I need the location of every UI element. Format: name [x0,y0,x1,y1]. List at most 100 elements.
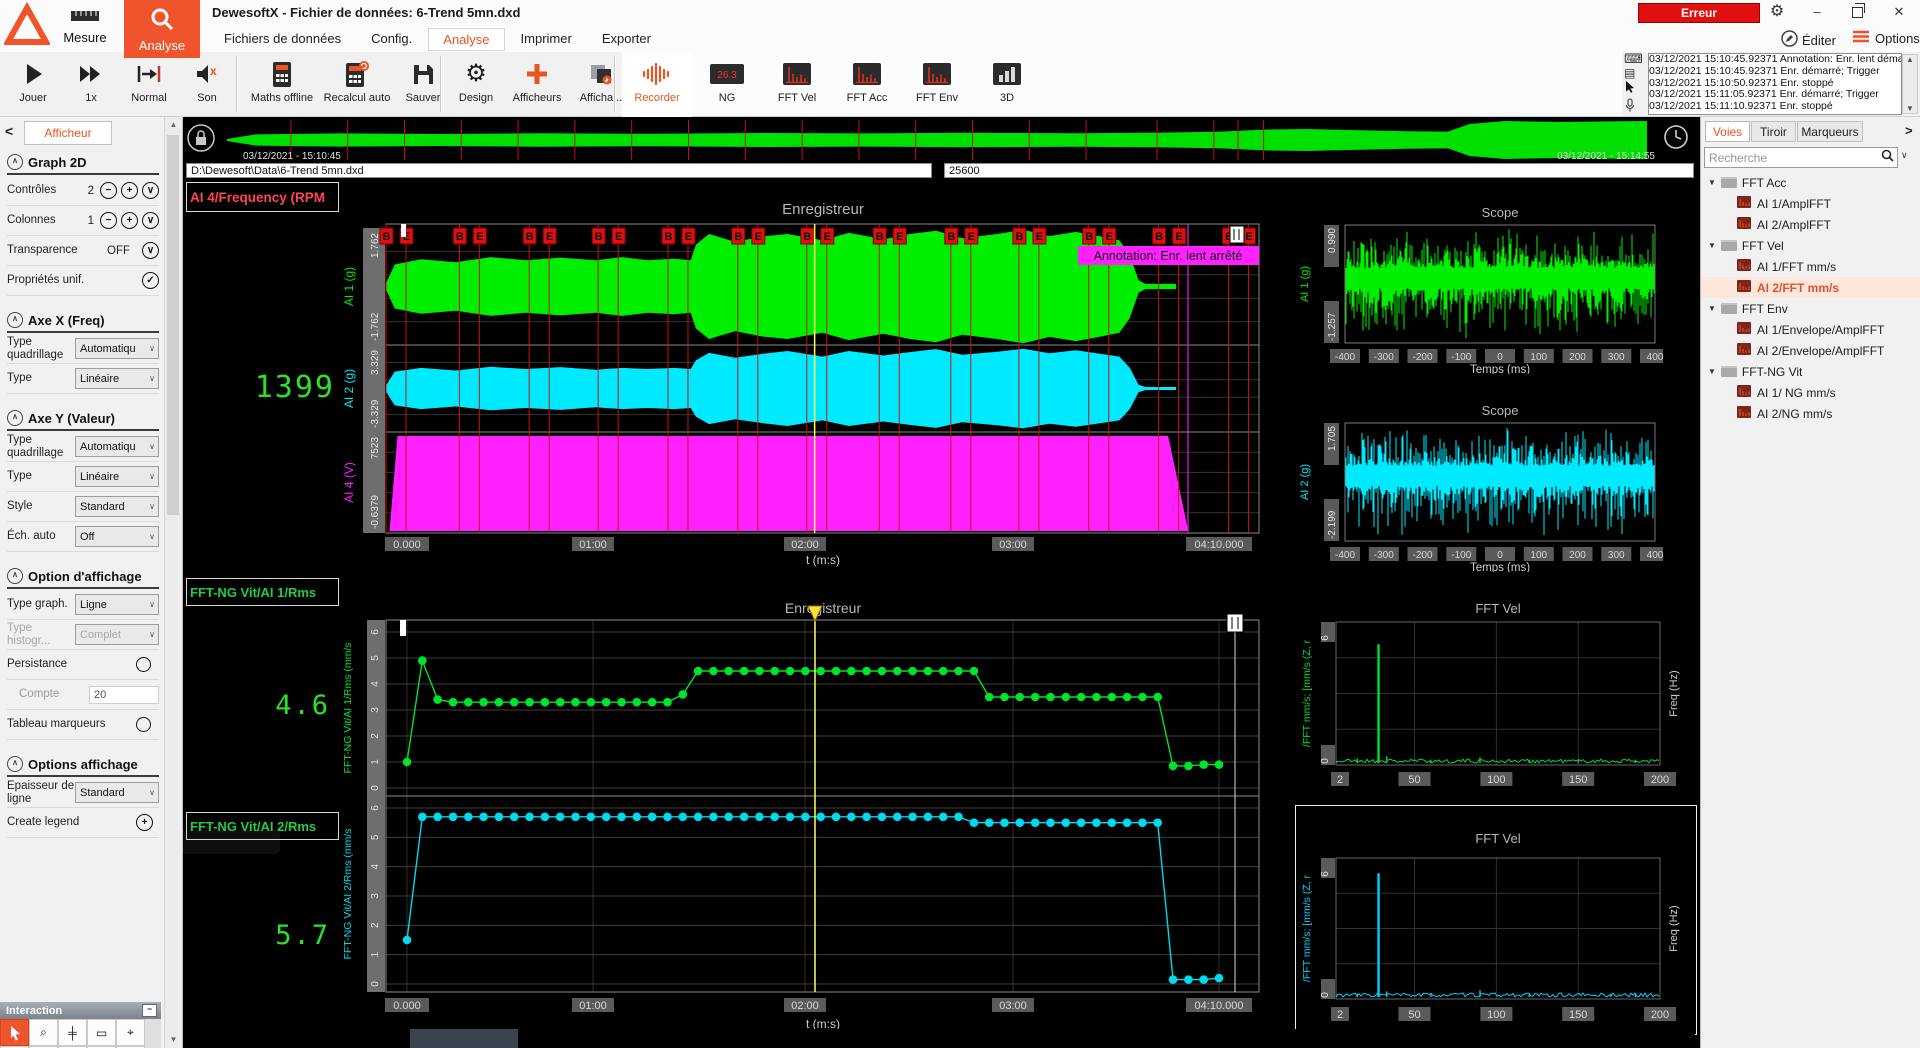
expand-chevron-button[interactable]: ∨ [142,242,159,259]
edit-button[interactable]: Éditer [1781,30,1836,50]
tool-cursor-icon[interactable] [0,1019,29,1046]
collapse-section-icon[interactable]: ∧ [7,756,23,772]
channel-search-input[interactable]: Recherche [1704,147,1898,168]
increment-button[interactable]: + [121,212,138,229]
fft-vel-chart-ai2-selected[interactable]: FFT Vel/FFT mm/s; [mm/s (Z, r60250100150… [1296,806,1696,1034]
clock-icon[interactable] [1663,124,1689,155]
toolbar-button-fft-acc[interactable]: FFT Acc [832,53,902,121]
dropdown-type-quadrillage[interactable]: Automatiqu∨ [75,338,159,359]
event-log-list[interactable]: 03/12/2021 15:10:45.92371 Annotation: En… [1648,53,1902,115]
more-tabs-arrow[interactable]: > [1905,123,1913,138]
expand-chevron-button[interactable]: ∨ [142,212,159,229]
close-button[interactable]: ✕ [1882,0,1916,24]
tab-tiroir[interactable]: Tiroir [1751,121,1796,142]
log-entry[interactable]: 03/12/2021 15:11:05.92371 Enr. démarré; … [1649,89,1901,101]
log-entry[interactable]: 03/12/2021 15:10:45.92371 Annotation: En… [1649,54,1901,66]
tab-afficheur[interactable]: Afficheur [24,121,112,145]
tree-channel-ai-2-envelope-amplfft[interactable]: AI 2/Envelope/AmplFFT [1701,340,1920,361]
dropdown-type-quadrillage[interactable]: Automatiqu∨ [75,436,159,457]
toolbar-button-recalcul-auto[interactable]: Recalcul auto [320,53,394,121]
tool-zoom-icon[interactable]: ⌕ [29,1019,58,1046]
section-header[interactable]: ∧Axe X (Freq) [7,309,159,331]
fft-vel-chart-ai1[interactable]: FFT Vel/FFT mm/s; [mm/s (Z, r60250100150… [1296,598,1696,802]
recorder-chart[interactable]: EnregistreurAI 1 (g)1.762-1.762AI 2 (g)3… [337,196,1261,570]
tree-channel-ai-1-amplfft[interactable]: AI 1/AmplFFT [1701,193,1920,214]
options-button[interactable]: Options [1852,30,1920,46]
dropdown-type-histogr-[interactable]: Complet∨ [75,624,159,645]
tab-marqueurs[interactable]: Marqueurs [1797,121,1863,142]
log-entry[interactable]: 03/12/2021 15:10:45.92371 Enr. démarré; … [1649,66,1901,78]
decrement-button[interactable]: − [100,212,117,229]
section-header[interactable]: ∧Options affichage [7,753,159,775]
toolbar-button-3d[interactable]: 3D [972,53,1042,121]
menu-tab-exporter[interactable]: Exporter [588,28,665,51]
tree-folder-fft-env[interactable]: ▼FFT Env [1701,298,1920,319]
collapse-section-icon[interactable]: ∧ [7,410,23,426]
data-file-path-field[interactable]: D:\Dewesoft\Data\6-Trend 5mn.dxd [186,163,932,178]
microphone-icon[interactable] [1624,98,1646,118]
toolbar-button-normal[interactable]: Normal [120,53,178,121]
toolbar-button-jouer[interactable]: Jouer [4,53,62,121]
cursor-icon[interactable] [1624,80,1646,98]
menu-tab-analyse[interactable]: Analyse [428,28,504,51]
measure-mode-button[interactable]: Mesure [48,0,122,52]
section-header[interactable]: ∧Axe Y (Valeur) [7,407,159,429]
dropdown-style[interactable]: Standard∨ [75,496,159,517]
notes-icon[interactable]: ▤ [1624,66,1646,80]
section-header[interactable]: ∧Graph 2D [7,151,159,173]
section-header[interactable]: ∧Option d'affichage [7,565,159,587]
menu-tab-fichiers-de-donn-es[interactable]: Fichiers de données [210,28,355,51]
tree-channel-ai-1-ng-mm-s[interactable]: AI 1/ NG mm/s [1701,382,1920,403]
decrement-button[interactable]: − [100,182,117,199]
toolbar-button-son[interactable]: xSon [178,53,236,121]
tree-channel-ai-1-fft-mm-s[interactable]: AI 1/FFT mm/s [1701,256,1920,277]
toolbar-button-ng[interactable]: 26.3NG [692,53,762,121]
toolbar-button-afficheurs[interactable]: Afficheurs [504,53,570,121]
settings-gear-icon[interactable]: ⚙ [1760,0,1794,24]
increment-button[interactable]: + [121,182,138,199]
collapse-section-icon[interactable]: ∧ [7,154,23,170]
radio-toggle[interactable] [136,717,151,732]
dropdown--ch-auto[interactable]: Off∨ [75,526,159,547]
tool-ruler-icon[interactable]: ▭ [87,1019,116,1046]
scope-chart-ai2[interactable]: ScopeAI 2 (g)1.705-2.199-400-300-200-100… [1298,400,1663,572]
tree-expand-icon[interactable]: ▼ [1708,367,1716,376]
error-button[interactable]: Erreur [1638,3,1760,23]
tree-expand-icon[interactable]: ▼ [1708,178,1716,187]
sidebar-scrollbar[interactable]: ▲ ▼ [164,117,182,1048]
tree-folder-fft-ng-vit[interactable]: ▼FFT-NG Vit [1701,361,1920,382]
tree-folder-fft-acc[interactable]: ▼FFT Acc [1701,172,1920,193]
tree-expand-icon[interactable]: ▼ [1708,304,1716,313]
tool-crosshair-icon[interactable]: ⌖ [116,1019,145,1046]
tree-channel-ai-1-envelope-amplfft[interactable]: AI 1/Envelope/AmplFFT [1701,319,1920,340]
tree-channel-ai-2-ng-mm-s[interactable]: AI 2/NG mm/s [1701,403,1920,424]
collapse-sidebar-button[interactable]: < [5,123,13,139]
overview-strip[interactable]: 03/12/2021 - 15:10:4503/12/2021 - 15:14:… [183,118,1660,162]
maximize-button[interactable] [1840,0,1874,24]
dropdown-type-graph-[interactable]: Ligne∨ [75,594,159,615]
scope-chart-ai1[interactable]: ScopeAI 1 (g)0.990-1.257-400-300-200-100… [1298,202,1663,374]
collapse-section-icon[interactable]: ∧ [7,312,23,328]
dropdown-epaisseur-de-ligne[interactable]: Standard∨ [75,782,159,803]
search-options-chevron-icon[interactable]: ∨ [1901,150,1908,161]
collapse-section-icon[interactable]: ∧ [7,568,23,584]
tab-voies[interactable]: Voies [1705,121,1750,142]
tool-marker-icon[interactable]: ╪ [58,1019,87,1046]
log-scrollbar[interactable]: ▲▼ [1902,54,1918,114]
expand-chevron-button[interactable]: ∨ [142,182,159,199]
toolbar-button-fft-env[interactable]: FFT Env [902,53,972,121]
interaction-title-bar[interactable]: Interaction − [0,1002,161,1019]
menu-tab-config-[interactable]: Config. [357,28,426,51]
toolbar-button-design[interactable]: ⚙Design [448,53,504,121]
tree-expand-icon[interactable]: ▼ [1708,241,1716,250]
toolbar-button-fft-vel[interactable]: FFT Vel [762,53,832,121]
radio-toggle[interactable] [136,657,151,672]
dropdown-type[interactable]: Linéaire∨ [75,466,159,487]
log-entry[interactable]: 03/12/2021 15:10:50.92371 Enr. stoppé [1649,78,1901,90]
tree-channel-ai-2-fft-mm-s[interactable]: AI 2/FFT mm/s [1701,277,1920,298]
toolbar-button-sauver[interactable]: Sauver [394,53,452,121]
create-legend-button[interactable]: + [136,814,153,831]
toolbar-button-maths-offline[interactable]: Maths offline [244,53,320,121]
scrollbar-thumb[interactable] [167,135,179,515]
log-entry[interactable]: 03/12/2021 15:11:10.92371 Enr. stoppé [1649,101,1901,113]
